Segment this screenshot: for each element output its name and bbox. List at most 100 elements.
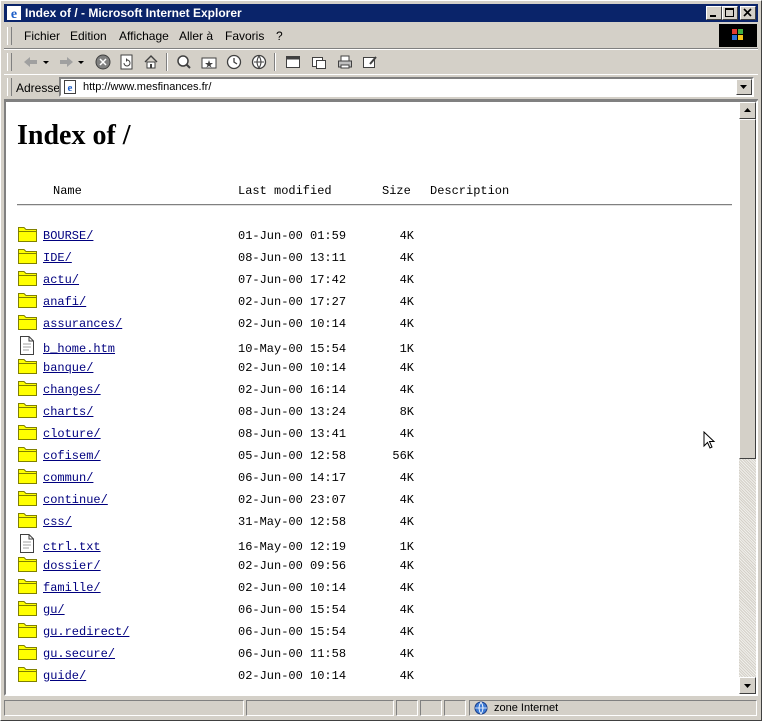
browser-window: e Index of / - Microsoft Internet Explor… (0, 0, 762, 721)
list-item: cofisem/05-Jun-00 12:58 56K (6, 447, 741, 471)
arrow-down-icon (744, 684, 751, 688)
list-item: assurances/02-Jun-00 10:14 4K (6, 315, 741, 339)
title-bar[interactable]: e Index of / - Microsoft Internet Explor… (4, 4, 758, 22)
scroll-up-button[interactable] (739, 102, 756, 119)
forward-icon (60, 57, 84, 67)
menu-aller[interactable]: Aller à (179, 29, 213, 43)
entry-link[interactable]: cofisem/ (27, 449, 101, 463)
menu-favoris[interactable]: Favoris (225, 29, 264, 43)
scroll-down-button[interactable] (739, 677, 756, 694)
channels-icon (251, 54, 267, 70)
entry-link[interactable]: gu/ (27, 603, 65, 617)
forward-button[interactable] (56, 53, 86, 71)
window-title: Index of / - Microsoft Internet Explorer (25, 6, 242, 20)
entry-link[interactable]: charts/ (27, 405, 93, 419)
entry-size: 4K (399, 603, 414, 617)
entry-size: 1K (399, 540, 414, 554)
list-item: changes/02-Jun-00 16:14 4K (6, 381, 741, 405)
toolbar-grip[interactable] (7, 53, 12, 71)
address-input[interactable]: e http://www.mesfinances.fr/ (59, 77, 754, 97)
entry-last-modified: 02-Jun-00 09:56 (238, 559, 347, 573)
entry-last-modified: 02-Jun-00 10:14 (238, 317, 347, 331)
status-pane-4 (420, 700, 442, 716)
entry-last-modified: 06-Jun-00 15:54 (238, 625, 347, 639)
entry-last-modified: 08-Jun-00 13:24 (238, 405, 347, 419)
entry-link[interactable]: b_home.htm (27, 342, 115, 356)
favorites-button[interactable] (199, 53, 219, 71)
entry-last-modified: 02-Jun-00 23:07 (238, 493, 347, 507)
list-item: famille/02-Jun-00 10:14 4K (6, 579, 741, 603)
favorites-icon (201, 57, 217, 69)
entry-last-modified: 16-May-00 12:19 (238, 540, 347, 554)
history-button[interactable] (224, 53, 244, 71)
entry-size: 4K (399, 295, 414, 309)
fullscreen-button[interactable] (283, 53, 303, 71)
list-item: dossier/02-Jun-00 09:56 4K (6, 557, 741, 581)
ie-page-icon: e (64, 80, 76, 94)
list-item: gu/06-Jun-00 15:54 4K (6, 601, 741, 625)
maximize-icon (725, 8, 734, 17)
entry-link[interactable]: commun/ (27, 471, 93, 485)
entry-link[interactable]: changes/ (27, 383, 101, 397)
entry-last-modified: 31-May-00 12:58 (238, 515, 347, 529)
scroll-thumb[interactable] (739, 119, 756, 459)
entry-link[interactable]: assurances/ (27, 317, 122, 331)
minimize-button[interactable] (706, 6, 722, 20)
entry-link[interactable]: ctrl.txt (27, 540, 101, 554)
stop-icon (95, 54, 111, 70)
entry-size: 4K (399, 383, 414, 397)
menu-fichier[interactable]: Fichier (24, 29, 60, 43)
maximize-button[interactable] (722, 6, 738, 20)
chevron-down-icon (740, 85, 747, 89)
menu-edition[interactable]: Edition (70, 29, 107, 43)
home-button[interactable] (141, 53, 161, 71)
stop-button[interactable] (93, 53, 113, 71)
ie-logo-icon: e (7, 6, 21, 21)
entry-link[interactable]: IDE/ (27, 251, 72, 265)
menu-bar-grip[interactable] (7, 27, 12, 45)
entry-size: 4K (399, 493, 414, 507)
entry-last-modified: 06-Jun-00 14:17 (238, 471, 347, 485)
list-item: banque/02-Jun-00 10:14 4K (6, 359, 741, 383)
entry-size: 56K (392, 449, 414, 463)
entry-link[interactable]: gu.secure/ (27, 647, 115, 661)
address-url: http://www.mesfinances.fr/ (83, 81, 212, 93)
entry-link[interactable]: anafi/ (27, 295, 86, 309)
entry-size: 4K (399, 581, 414, 595)
entry-link[interactable]: guide/ (27, 669, 86, 683)
entry-link[interactable]: cloture/ (27, 427, 101, 441)
entry-link[interactable]: banque/ (27, 361, 93, 375)
vertical-scrollbar[interactable] (739, 102, 756, 694)
entry-link[interactable]: css/ (27, 515, 72, 529)
entry-link[interactable]: famille/ (27, 581, 101, 595)
entry-link[interactable]: actu/ (27, 273, 79, 287)
address-dropdown-button[interactable] (736, 79, 752, 95)
search-icon (177, 55, 191, 69)
menu-affichage-label: Affichage (119, 29, 169, 43)
address-bar-grip[interactable] (7, 78, 12, 96)
edit-icon (363, 56, 377, 68)
search-button[interactable] (174, 53, 194, 71)
refresh-button[interactable] (117, 53, 137, 71)
entry-link[interactable]: continue/ (27, 493, 108, 507)
list-item: charts/08-Jun-00 13:24 8K (6, 403, 741, 427)
toolbar-separator (166, 53, 168, 71)
menu-fichier-label: Fichier (24, 29, 61, 43)
menu-affichage[interactable]: Affichage (119, 29, 169, 43)
entry-last-modified: 10-May-00 15:54 (238, 342, 347, 356)
edit-button[interactable] (360, 53, 380, 71)
page-title: Index of / (17, 120, 131, 151)
mail-button[interactable] (309, 53, 329, 71)
print-button[interactable] (335, 53, 355, 71)
entry-size: 4K (399, 559, 414, 573)
menu-help[interactable]: ? (276, 29, 283, 43)
entry-link[interactable]: gu.redirect/ (27, 625, 129, 639)
column-header-size: Size (382, 184, 411, 198)
entry-link[interactable]: BOURSE/ (27, 229, 93, 243)
status-zone-pane: zone Internet (469, 700, 757, 716)
channels-button[interactable] (249, 53, 269, 71)
list-item: IDE/08-Jun-00 13:11 4K (6, 249, 741, 273)
entry-link[interactable]: dossier/ (27, 559, 101, 573)
close-button[interactable] (740, 6, 756, 20)
back-button[interactable] (20, 53, 50, 71)
